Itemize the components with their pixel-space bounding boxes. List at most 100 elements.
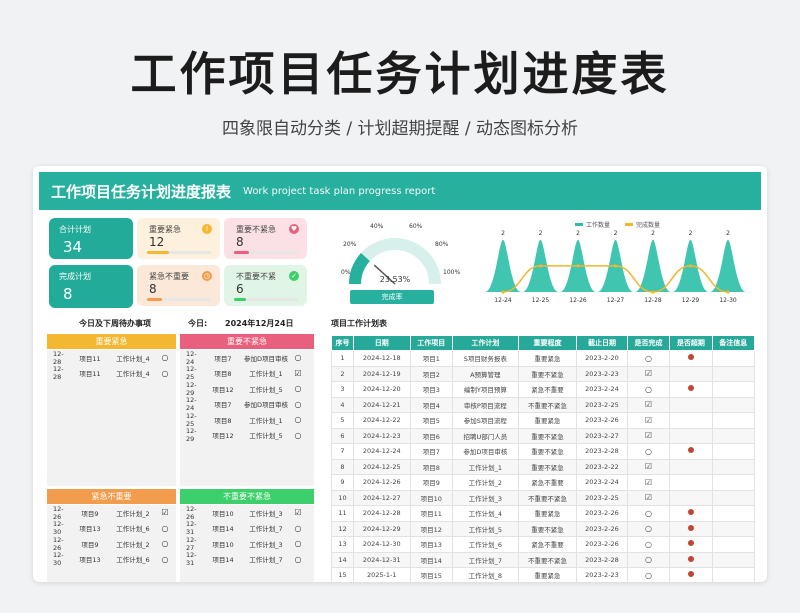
table-cell: 招聘U部门人员 [451, 427, 519, 444]
completion-rate-button[interactable]: 完成率 [350, 290, 434, 304]
column-header: 工作计划 [451, 335, 519, 351]
todo-row: 12-31 项目14 工作计划_7 ○ [180, 520, 314, 536]
status-checkbox[interactable]: ○ [290, 524, 306, 533]
table-cell: 重要不紧急 [517, 365, 578, 382]
q3-stat-card: 紧急不重要 ◷ 8 [137, 265, 220, 306]
status-checkbox[interactable]: ○ [157, 539, 173, 548]
done-checkbox[interactable]: ☑ [626, 458, 671, 475]
table-cell: 紧急不重要 [517, 474, 578, 491]
done-count-point [726, 290, 730, 294]
todo-cell: 项目10 [212, 509, 234, 518]
status-checkbox[interactable]: ○ [290, 555, 306, 564]
done-checkbox[interactable]: ☑ [626, 412, 671, 429]
total-plan-label: 合计计划 [59, 225, 91, 234]
table-cell: 7 [331, 443, 354, 460]
report-title: 工作项目任务计划进度报表 [51, 182, 232, 201]
gauge-tick-label: 60% [409, 223, 423, 230]
status-checkbox[interactable]: ☑ [157, 508, 173, 517]
todo-row: 12-30 项目13 工作计划_6 ○ [47, 551, 176, 567]
table-row: 1 2024-12-18 项目1 S项目财务报表 重要紧急 2023-2-20 ○ [331, 350, 756, 367]
done-checkbox[interactable]: ☑ [626, 474, 671, 491]
done-checkbox[interactable]: ○ [626, 505, 671, 522]
table-cell: 3 [331, 381, 354, 398]
todo-cell: 12-26 [53, 504, 64, 521]
table-cell: 2024-12-30 [352, 536, 411, 553]
status-checkbox[interactable]: ○ [157, 369, 173, 378]
plan-table: 序号 日期 工作项目 工作计划 重要程度 截止日期 是否完成 是否超期 备注信息 1 2024-1… [331, 335, 756, 582]
table-cell: 2024-12-27 [352, 489, 411, 506]
todo-cell: 12-31 [186, 551, 197, 568]
x-tick-label: 12-24 [494, 297, 512, 304]
table-cell: 8 [331, 458, 354, 475]
table-cell: 14 [331, 551, 354, 568]
overdue-cell [669, 396, 713, 413]
column-header: 日期 [352, 335, 411, 351]
report-banner: 工作项目任务计划进度报表 Work project task plan prog… [39, 172, 761, 210]
todo-cell: 工作计划_2 [116, 540, 150, 549]
table-cell: 2024-12-20 [352, 381, 411, 398]
overdue-cell [669, 536, 713, 553]
todo-cell: 项目7 [214, 354, 232, 363]
column-header: 是否完成 [626, 335, 671, 351]
status-checkbox[interactable]: ○ [290, 384, 306, 393]
column-header: 备注信息 [711, 335, 756, 351]
table-cell: 重要紧急 [517, 567, 578, 582]
q4-stat-label: 不重要不紧 [236, 272, 276, 281]
overdue-dot-icon [687, 385, 694, 392]
done-checkbox[interactable]: ☑ [626, 396, 671, 413]
todo-row: 12-28 项目11 工作计划_4 ○ [47, 350, 176, 366]
done-checkbox[interactable]: ○ [626, 350, 671, 367]
q2-stat-label: 重要不紧急 [236, 225, 276, 234]
done-checkbox[interactable]: ○ [626, 520, 671, 537]
done-checkbox[interactable]: ○ [626, 567, 671, 582]
done-checkbox[interactable]: ○ [626, 443, 671, 460]
todo-cell: 12-28 [53, 365, 64, 382]
todo-cell: 工作计划_3 [249, 540, 283, 549]
gauge-tick-label: 80% [435, 241, 449, 248]
done-checkbox[interactable]: ☑ [626, 427, 671, 444]
status-checkbox[interactable]: ○ [157, 524, 173, 533]
table-row: 3 2024-12-20 项目3 编制Y项目预算 紧急不重要 2023-2-24 ○ [331, 381, 756, 398]
status-checkbox[interactable]: ○ [157, 353, 173, 362]
todo-cell: 工作计划_1 [249, 416, 283, 425]
table-cell: 12 [331, 520, 354, 537]
table-row: 7 2024-12-24 项目7 参加D项目审核 重要不紧急 2023-2-28 ○ [331, 443, 756, 460]
status-checkbox[interactable]: ☑ [290, 508, 306, 517]
warning-icon: ! [202, 224, 212, 234]
done-checkbox[interactable]: ○ [626, 551, 671, 568]
q4-list: 12-26 项目10 工作计划_3 ☑ 12-31 项目14 工作计划_7 ○ 12-27 项目1… [180, 505, 314, 582]
check-icon: ✓ [289, 271, 299, 281]
heart-icon: ♥ [289, 224, 299, 234]
done-checkbox[interactable]: ○ [626, 536, 671, 553]
q4-stat-value: 6 [236, 282, 244, 296]
status-checkbox[interactable]: ○ [290, 353, 306, 362]
q1-stat-card: 重要紧急 ! 12 [137, 218, 220, 259]
table-cell [711, 474, 756, 491]
overdue-cell [669, 365, 713, 382]
table-cell: 工作计划_7 [451, 551, 519, 568]
status-checkbox[interactable]: ○ [290, 415, 306, 424]
status-checkbox[interactable]: ○ [290, 431, 306, 440]
table-row: 2 2024-12-19 项目2 A预算管理 重要不紧急 2023-2-23 ☑ [331, 365, 756, 382]
status-checkbox[interactable]: ○ [290, 400, 306, 409]
status-checkbox[interactable]: ○ [157, 555, 173, 564]
todo-row: 12-26 项目10 工作计划_3 ☑ [180, 505, 314, 521]
gauge-tick-label: 0% [341, 269, 351, 276]
status-checkbox[interactable]: ○ [290, 539, 306, 548]
table-cell: 项目11 [409, 505, 453, 522]
todo-cell: 工作计划_5 [249, 385, 283, 394]
done-checkbox[interactable]: ○ [626, 381, 671, 398]
status-checkbox[interactable]: ☑ [290, 369, 306, 378]
done-checkbox[interactable]: ☑ [626, 489, 671, 506]
q1-stat-label: 重要紧急 [149, 225, 181, 234]
table-cell: 15 [331, 567, 354, 582]
table-cell: 工作计划_8 [451, 567, 519, 582]
q1-progress-bar [147, 251, 211, 254]
work-area-chart: 工作数量 完成数量 2 12-24 2 12-25 2 12-26 2 12-27 2 12-28 2… [485, 221, 746, 304]
gauge-tick-label: 40% [370, 223, 384, 230]
done-plan-value: 8 [63, 285, 73, 303]
table-cell: 重要不紧急 [517, 443, 578, 460]
overdue-cell [669, 443, 713, 460]
done-checkbox[interactable]: ☑ [626, 365, 671, 382]
q3-header: 紧急不重要 [47, 489, 176, 504]
